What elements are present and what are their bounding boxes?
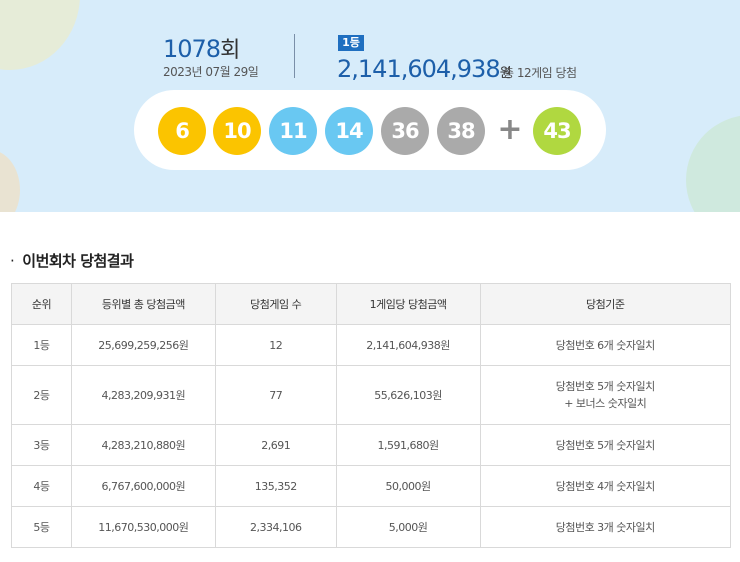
winner-count-cell: 135,352 <box>214 465 337 507</box>
results-table: 순위 등위별 총 당첨금액 당첨게임 수 1게임당 당첨금액 당첨기준 1등 2… <box>11 283 731 548</box>
table-header-row: 순위 등위별 총 당첨금액 당첨게임 수 1게임당 당첨금액 당첨기준 <box>11 283 731 325</box>
section-title: · 이번회차 당첨결과 <box>10 252 134 270</box>
rank-cell: 2등 <box>11 365 72 425</box>
criteria-cell: 당첨번호 6개 숫자일치 <box>479 324 731 366</box>
total-amount-cell: 4,283,209,931원 <box>70 365 216 425</box>
per-game-amount-cell: 2,141,604,938원 <box>335 324 481 366</box>
number-ball: 6 <box>158 107 206 155</box>
first-prize-amount: 2,141,604,938원 <box>337 55 512 83</box>
decorative-circle <box>686 115 740 212</box>
column-header-total: 등위별 총 당첨금액 <box>70 283 216 325</box>
table-row: 4등 6,767,600,000원 135,352 50,000원 당첨번호 4… <box>11 465 731 507</box>
rank-cell: 3등 <box>11 424 72 466</box>
plus-icon: + <box>497 112 523 147</box>
table-row: 5등 11,670,530,000원 2,334,106 5,000원 당첨번호… <box>11 506 731 548</box>
number-ball: 14 <box>325 107 373 155</box>
winner-count-cell: 12 <box>214 324 337 366</box>
per-game-amount-cell: 55,626,103원 <box>335 365 481 425</box>
decorative-circle <box>0 150 20 212</box>
winner-count-cell: 2,691 <box>214 424 337 466</box>
number-ball: 10 <box>213 107 261 155</box>
number-ball: 38 <box>437 107 485 155</box>
rank-cell: 5등 <box>11 506 72 548</box>
first-prize-badge: 1등 <box>338 35 364 51</box>
winning-numbers: 6 10 11 14 36 38 + 43 <box>134 90 606 170</box>
number-ball: 36 <box>381 107 429 155</box>
decorative-circle <box>0 0 80 70</box>
column-header-count: 당첨게임 수 <box>214 283 337 325</box>
criteria-cell: 당첨번호 4개 숫자일치 <box>479 465 731 507</box>
table-row: 3등 4,283,210,880원 2,691 1,591,680원 당첨번호 … <box>11 424 731 466</box>
round-number: 1078회 <box>163 35 240 63</box>
per-game-amount-cell: 50,000원 <box>335 465 481 507</box>
table-row: 1등 25,699,259,256원 12 2,141,604,938원 당첨번… <box>11 324 731 366</box>
number-ball: 11 <box>269 107 317 155</box>
criteria-cell: 당첨번호 5개 숫자일치 <box>479 424 731 466</box>
total-amount-cell: 4,283,210,880원 <box>70 424 216 466</box>
winning-games-count: 총 12게임 당첨 <box>503 66 577 80</box>
divider <box>294 34 295 78</box>
rank-cell: 1등 <box>11 324 72 366</box>
bonus-ball: 43 <box>533 107 581 155</box>
draw-result-banner: 1078회 2023년 07월 29일 1등 2,141,604,938원 총 … <box>0 0 740 212</box>
column-header-criteria: 당첨기준 <box>479 283 731 325</box>
column-header-per-game: 1게임당 당첨금액 <box>335 283 481 325</box>
criteria-cell: 당첨번호 3개 숫자일치 <box>479 506 731 548</box>
criteria-cell: 당첨번호 5개 숫자일치 + 보너스 숫자일치 <box>479 365 731 425</box>
total-amount-cell: 11,670,530,000원 <box>70 506 216 548</box>
per-game-amount-cell: 1,591,680원 <box>335 424 481 466</box>
per-game-amount-cell: 5,000원 <box>335 506 481 548</box>
draw-date: 2023년 07월 29일 <box>163 65 259 79</box>
total-amount-cell: 6,767,600,000원 <box>70 465 216 507</box>
table-row: 2등 4,283,209,931원 77 55,626,103원 당첨번호 5개… <box>11 365 731 425</box>
winner-count-cell: 2,334,106 <box>214 506 337 548</box>
total-amount-cell: 25,699,259,256원 <box>70 324 216 366</box>
rank-cell: 4등 <box>11 465 72 507</box>
winner-count-cell: 77 <box>214 365 337 425</box>
column-header-rank: 순위 <box>11 283 72 325</box>
